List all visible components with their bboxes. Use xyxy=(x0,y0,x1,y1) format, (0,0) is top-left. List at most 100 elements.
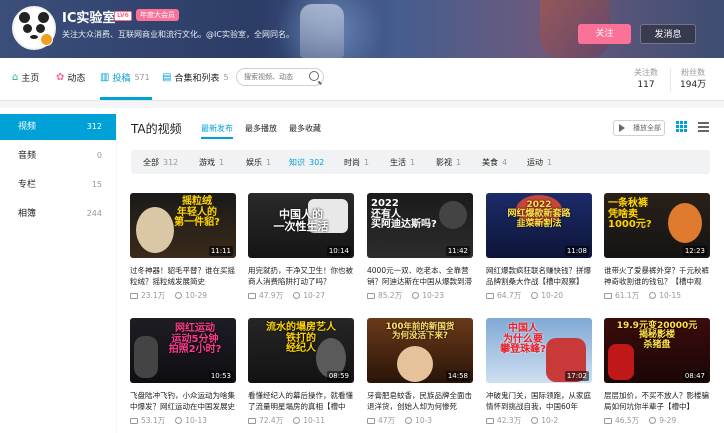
video-views: 61.1万 xyxy=(615,291,640,300)
video-card[interactable]: 网红运动 运动5分钟 拍照2小时? 10:53 飞盘陆冲飞钓，小众运动为啥集中爆… xyxy=(130,318,236,425)
collections-icon: ▤ xyxy=(162,72,172,83)
filter-count: 312 xyxy=(163,158,179,167)
play-all-button[interactable]: 播放全部 xyxy=(613,120,665,136)
tab-collections-label: 合集和列表 xyxy=(174,74,220,84)
video-thumbnail[interactable]: 2022 还有人 买阿迪达斯吗? 11:42 xyxy=(367,193,473,258)
sidebar-item-video[interactable]: 视频 312 xyxy=(0,114,116,140)
clock-icon xyxy=(649,292,657,299)
video-card[interactable]: 中国人 为什么要 攀登珠峰? 17:02 冲破鬼门关，国际领跑，从家庭情怀到挑战… xyxy=(486,318,592,425)
thumb-caption: 2022 还有人 买阿迪达斯吗? xyxy=(371,198,437,230)
video-duration: 17:02 xyxy=(564,371,589,381)
filter-fashion[interactable]: 时尚 1 xyxy=(344,157,369,168)
filter-label: 影视 xyxy=(436,158,452,167)
grid-view-icon[interactable] xyxy=(676,121,687,132)
filter-label: 知识 xyxy=(289,158,305,167)
video-thumbnail[interactable]: 摇粒绒 年轻人的 第一件貂? 11:11 xyxy=(130,193,236,258)
profile-banner: IC实验室 LV6 年度大会员 关注大众消费、互联网商业和流行文化。@IC实验室… xyxy=(0,0,724,58)
filter-game[interactable]: 游戏 1 xyxy=(199,157,224,168)
thumb-caption: 中国人的 一次性生活 xyxy=(273,208,329,233)
video-thumbnail[interactable]: 2022 网红爆款新套路 韭菜新割法 11:08 xyxy=(486,193,592,258)
tab-dynamic[interactable]: ✿ 动态 xyxy=(56,71,85,84)
sidebar-item-audio[interactable]: 音频 0 xyxy=(0,143,116,169)
following-value: 117 xyxy=(637,80,655,90)
video-thumbnail[interactable]: 网红运动 运动5分钟 拍照2小时? 10:53 xyxy=(130,318,236,383)
search-input[interactable] xyxy=(244,70,306,84)
video-title[interactable]: 网红爆款疯狂联名赚快钱？拼爆品牌割桑大作战【槽中观察】 xyxy=(486,265,594,287)
vip-badge[interactable]: 年度大会员 xyxy=(136,9,179,21)
video-title[interactable]: 层层加价，不买不放人？影楼骗局如何坑你半辈子【槽中】 xyxy=(604,390,712,412)
sort-most-played[interactable]: 最多播放 xyxy=(245,123,277,134)
panda-eye-left xyxy=(23,24,32,33)
video-meta: 72.4万 10-11 xyxy=(248,415,356,426)
message-button[interactable]: 发消息 xyxy=(640,24,696,44)
thumb-caption: 摇粒绒 年轻人的 第一件貂? xyxy=(174,196,220,228)
sidebar-item-album[interactable]: 相簿 244 xyxy=(0,201,116,227)
follow-button[interactable]: 关注 xyxy=(578,24,631,44)
thumb-figure xyxy=(134,336,158,378)
video-meta: 46.5万 9-29 xyxy=(604,415,712,426)
stat-divider xyxy=(670,68,671,92)
fans-value: 194万 xyxy=(680,80,707,90)
user-name[interactable]: IC实验室 xyxy=(62,7,115,26)
clock-icon xyxy=(405,417,413,424)
sidebar-item-label: 专栏 xyxy=(18,180,37,190)
video-views: 47万 xyxy=(378,416,396,425)
video-views: 53.1万 xyxy=(141,416,166,425)
video-duration: 12:23 xyxy=(682,246,707,256)
search-icon[interactable] xyxy=(309,71,319,81)
video-card[interactable]: 流水的塌房艺人 铁打的 经纪人 08:59 看懂经纪人的幕后操作，就看懂了流量明… xyxy=(248,318,354,425)
video-meta: 47.9万 10-27 xyxy=(248,290,356,301)
filter-count: 1 xyxy=(219,158,225,167)
video-card[interactable]: 中国人的 一次性生活 10:14 用完就扔，干净又卫生！你也被商人消费陷阱打动了… xyxy=(248,193,354,300)
video-title[interactable]: 用完就扔，干净又卫生！你也被商人消费陷阱打动了吗？ xyxy=(248,265,356,287)
video-title[interactable]: 过冬神器！貂毛平替？谁在买摇粒绒？摇粒绒发展简史 xyxy=(130,265,238,287)
following-stat[interactable]: 关注数 117 xyxy=(634,66,658,92)
play-all-label: 播放全部 xyxy=(633,124,661,132)
video-duration: 11:11 xyxy=(208,246,233,256)
verified-badge-icon xyxy=(40,33,53,46)
filter-entertainment[interactable]: 娱乐 1 xyxy=(246,157,271,168)
tab-home-label: 主页 xyxy=(21,74,40,84)
video-title[interactable]: 冲破鬼门关，国际领跑，从家庭情怀到挑战自我，中国60年 xyxy=(486,390,594,412)
video-card[interactable]: 一条秋裤 凭啥卖 1000元? 12:23 谁带火了爱暴裤外穿？千元秋裤神奇收割… xyxy=(604,193,710,300)
list-view-icon[interactable] xyxy=(698,121,709,132)
sort-newest[interactable]: 最新发布 xyxy=(201,123,233,134)
filter-food[interactable]: 美食 4 xyxy=(482,157,507,168)
space-search[interactable] xyxy=(236,68,324,86)
video-date: 10-2 xyxy=(541,416,559,425)
video-thumbnail[interactable]: 100年前的新国货 为何没活下来? 14:58 xyxy=(367,318,473,383)
tab-collections[interactable]: ▤ 合集和列表 5 xyxy=(162,71,229,84)
sidebar-item-article[interactable]: 专栏 15 xyxy=(0,172,116,198)
video-card[interactable]: 2022 还有人 买阿迪达斯吗? 11:42 4000元一双、吃老本、全靠营销？… xyxy=(367,193,473,300)
video-thumbnail[interactable]: 一条秋裤 凭啥卖 1000元? 12:23 xyxy=(604,193,710,258)
filter-film[interactable]: 影视 1 xyxy=(436,157,461,168)
video-card[interactable]: 摇粒绒 年轻人的 第一件貂? 11:11 过冬神器！貂毛平替？谁在买摇粒绒？摇粒… xyxy=(130,193,236,300)
filter-all[interactable]: 全部 312 xyxy=(143,157,178,168)
video-title[interactable]: 4000元一双、吃老本、全靠营销？阿迪达斯在中国从爆款到滞销 xyxy=(367,265,475,287)
video-thumbnail[interactable]: 流水的塌房艺人 铁打的 经纪人 08:59 xyxy=(248,318,354,383)
video-title[interactable]: 飞盘陆冲飞钓，小众运动为啥集中爆发？网红运动在中国发展史 xyxy=(130,390,238,412)
sort-most-favorited[interactable]: 最多收藏 xyxy=(289,123,321,134)
play-count-icon xyxy=(604,418,612,424)
video-thumbnail[interactable]: 19.9元变20000元 揭秘影楼 杀猪盘 08:47 xyxy=(604,318,710,383)
filter-knowledge[interactable]: 知识 302 xyxy=(289,157,324,168)
filter-count: 1 xyxy=(410,158,416,167)
filter-life[interactable]: 生活 1 xyxy=(390,157,415,168)
filter-sport[interactable]: 运动 1 xyxy=(527,157,552,168)
video-date: 10-29 xyxy=(185,291,207,300)
video-meta: 42.3万 10-2 xyxy=(486,415,594,426)
sidebar-item-count: 0 xyxy=(96,151,102,160)
clock-icon xyxy=(175,417,183,424)
video-card[interactable]: 19.9元变20000元 揭秘影楼 杀猪盘 08:47 层层加价，不买不放人？影… xyxy=(604,318,710,425)
video-thumbnail[interactable]: 中国人的 一次性生活 10:14 xyxy=(248,193,354,258)
video-thumbnail[interactable]: 中国人 为什么要 攀登珠峰? 17:02 xyxy=(486,318,592,383)
video-title[interactable]: 谁带火了爱暴裤外穿？千元秋裤神奇收割谁的钱包？【槽中观察】 xyxy=(604,265,712,287)
video-title[interactable]: 看懂经纪人的幕后操作，就看懂了流量明星塌房的真相【槽中 xyxy=(248,390,356,412)
video-card[interactable]: 100年前的新国货 为何没活下来? 14:58 牙膏肥皂蚊香，民族品牌全面击退洋… xyxy=(367,318,473,425)
play-count-icon xyxy=(130,418,138,424)
video-card[interactable]: 2022 网红爆款新套路 韭菜新割法 11:08 网红爆款疯狂联名赚快钱？拼爆品… xyxy=(486,193,592,300)
video-title[interactable]: 牙膏肥皂蚊香，民族品牌全面击退洋货，创始人却为何惨死 xyxy=(367,390,475,412)
tab-posts[interactable]: ▥ 投稿 571 xyxy=(100,71,150,84)
tab-home[interactable]: ⌂ 主页 xyxy=(12,71,39,84)
fans-stat[interactable]: 粉丝数 194万 xyxy=(680,66,706,92)
